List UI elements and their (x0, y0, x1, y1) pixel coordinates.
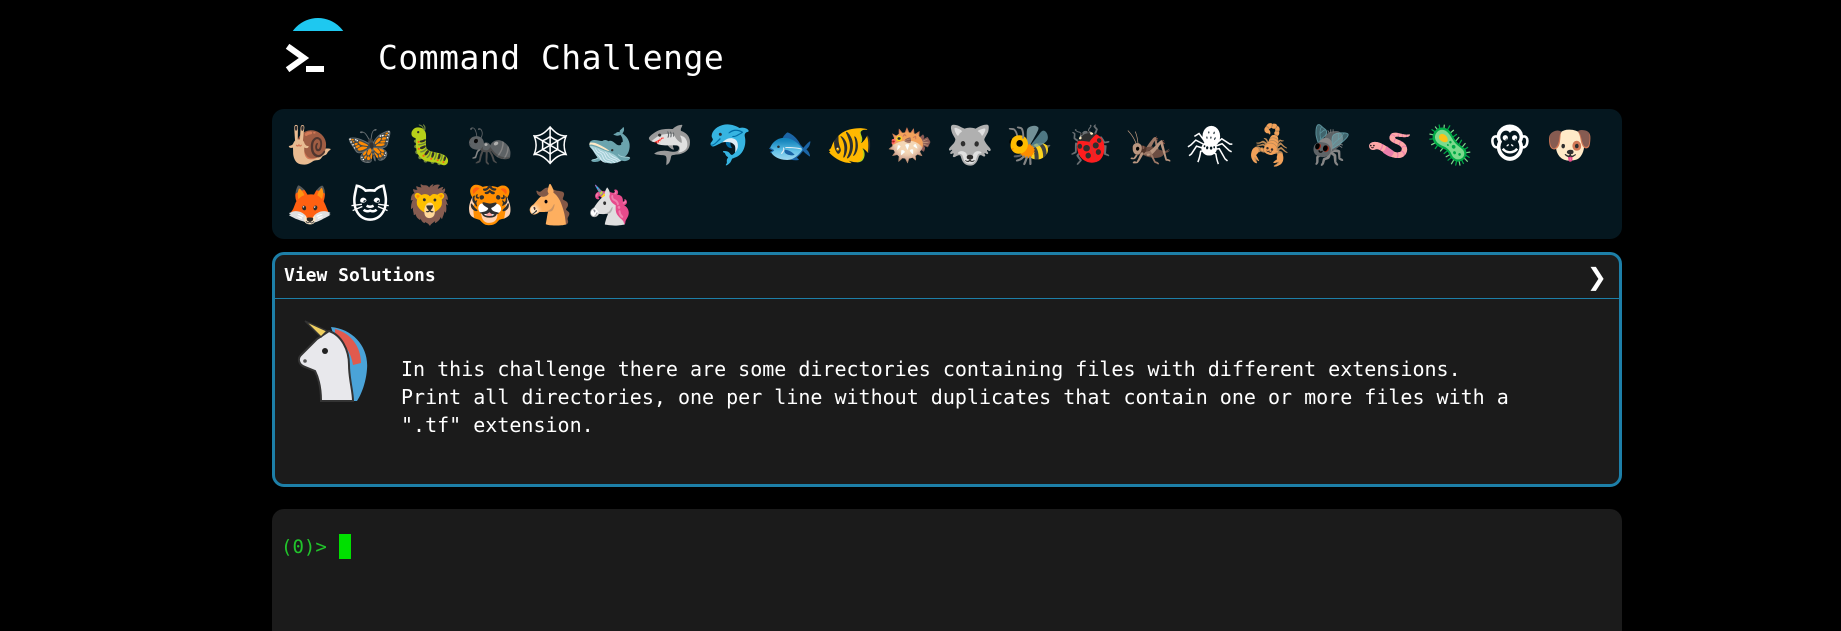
ladybug-icon[interactable]: 🐞 (1060, 115, 1120, 175)
butterfly-icon[interactable]: 🦋 (340, 115, 400, 175)
terminal-input-line[interactable]: (0)> (281, 534, 351, 559)
monkey-icon[interactable]: 🐵 (1480, 115, 1540, 175)
animal-list: 🐌 🦋 🐛 🐜 🕸 🐋 🦈 🐬 🐟 🐠 🐡 🐺 🐝 🐞 🦗 🕷 🦂 🪰 🪱 🦠 🐵 🐶 🦊 🐱 🦁 🐯 🐴 🦄 (280, 115, 1616, 235)
caterpillar-icon[interactable]: 🐛 (400, 115, 460, 175)
unicorn-icon[interactable]: 🦄 (580, 175, 640, 235)
challenge-animal-strip: 🐌 🦋 🐛 🐜 🕸 🐋 🦈 🐬 🐟 🐠 🐡 🐺 🐝 🐞 🦗 🕷 🦂 🪰 🪱 🦠 🐵 🐶 🦊 🐱 🦁 🐯 🐴 🦄 (272, 109, 1622, 239)
header: Command Challenge (272, 0, 1622, 100)
tiger-icon[interactable]: 🐯 (460, 175, 520, 235)
cricket-icon[interactable]: 🦗 (1120, 115, 1180, 175)
fox-icon[interactable]: 🦊 (280, 175, 340, 235)
spider-icon[interactable]: 🕷 (1180, 115, 1240, 175)
shark-icon[interactable]: 🦈 (640, 115, 700, 175)
view-solutions-label: View Solutions (284, 265, 436, 286)
page-title: Command Challenge (378, 38, 725, 77)
terminal-prompt: (0)> (281, 535, 327, 558)
lion-icon[interactable]: 🦁 (400, 175, 460, 235)
chevron-right-icon[interactable]: ❯ (1587, 263, 1607, 291)
snail-icon[interactable]: 🐌 (280, 115, 340, 175)
unicorn-icon (291, 317, 381, 407)
dolphin-icon[interactable]: 🐬 (700, 115, 760, 175)
fly-icon[interactable]: 🪰 (1300, 115, 1360, 175)
prompt-glyph-icon (285, 43, 324, 73)
challenge-description: In this challenge there are some directo… (401, 357, 1509, 437)
microbe-icon[interactable]: 🦠 (1420, 115, 1480, 175)
terminal-prompt-icon[interactable] (284, 18, 349, 82)
whale-icon[interactable]: 🐋 (580, 115, 640, 175)
ant-icon[interactable]: 🐜 (460, 115, 520, 175)
wolf-icon[interactable]: 🐺 (940, 115, 1000, 175)
page: Command Challenge 🐌 🦋 🐛 🐜 🕸 🐋 🦈 🐬 🐟 🐠 🐡 🐺 🐝 🐞 🦗 🕷 🦂 🪰 🪱 🦠 🐵 🐶… (0, 0, 1841, 631)
terminal[interactable]: (0)> (272, 509, 1622, 631)
bee-icon[interactable]: 🐝 (1000, 115, 1060, 175)
cat-icon[interactable]: 🐱 (340, 175, 400, 235)
worm-icon[interactable]: 🪱 (1360, 115, 1420, 175)
horse-icon[interactable]: 🐴 (520, 175, 580, 235)
pufferfish-icon[interactable]: 🐡 (880, 115, 940, 175)
spider-web-icon[interactable]: 🕸 (520, 115, 580, 175)
view-solutions-toggle[interactable]: View Solutions ❯ (275, 255, 1619, 299)
solutions-panel: View Solutions ❯ In this challenge there… (272, 252, 1622, 487)
terminal-cursor[interactable] (338, 534, 351, 559)
scorpion-icon[interactable]: 🦂 (1240, 115, 1300, 175)
dog-icon[interactable]: 🐶 (1540, 115, 1600, 175)
tropical-fish-icon[interactable]: 🐠 (820, 115, 880, 175)
fish-icon[interactable]: 🐟 (760, 115, 820, 175)
